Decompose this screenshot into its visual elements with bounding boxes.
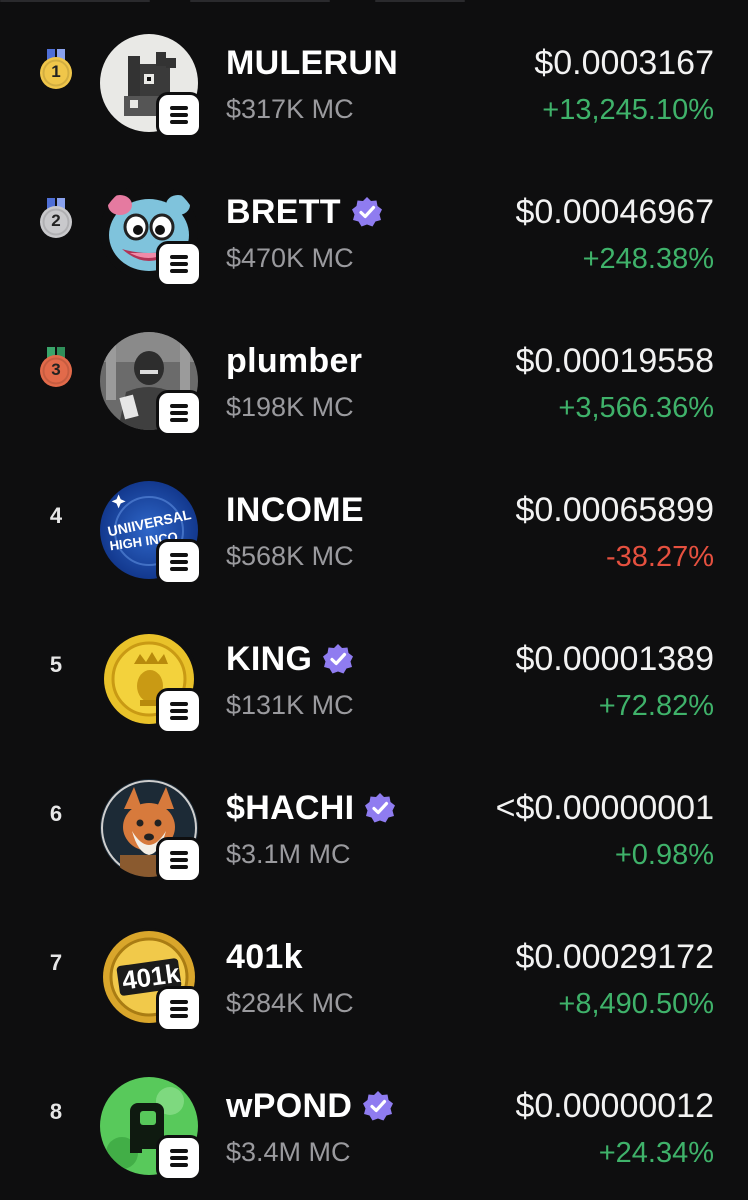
- token-avatar-wrap[interactable]: UNIIVERSAL HIGH INCO: [100, 481, 204, 585]
- market-cap: $568K MC: [226, 541, 354, 571]
- token-avatar-wrap[interactable]: [100, 332, 204, 436]
- rank-number: 7: [49, 950, 63, 975]
- solana-icon: [156, 1135, 202, 1181]
- market-cap: $317K MC: [226, 94, 354, 124]
- token-name-line: plumber: [226, 341, 362, 381]
- token-name-line: MULERUN: [226, 43, 398, 83]
- token-price: $0.00029172: [515, 938, 714, 976]
- token-price: $0.0003167: [534, 44, 714, 82]
- token-name-line: wPOND: [226, 1086, 394, 1126]
- token-avatar-wrap[interactable]: [100, 34, 204, 138]
- token-name-line: KING: [226, 639, 354, 679]
- token-row[interactable]: 2 BRETT $470K MC $0.00046967 +248.38%: [0, 149, 748, 298]
- token-name-line: INCOME: [226, 490, 364, 530]
- token-avatar-wrap[interactable]: 401k: [100, 928, 204, 1032]
- token-avatar-wrap[interactable]: [100, 630, 204, 734]
- rank-indicator: 2: [36, 198, 76, 238]
- token-row[interactable]: 1 MULERUN $317K MC $0.0003167 +13,245.10…: [0, 0, 748, 149]
- token-row[interactable]: 7 401k 401k $284K MC $0.00029172 +8,490.…: [0, 894, 748, 1043]
- market-cap: $198K MC: [226, 392, 354, 422]
- token-list: 1 MULERUN $317K MC $0.0003167 +13,245.10…: [0, 0, 748, 1200]
- market-cap: $3.1M MC: [226, 839, 351, 869]
- rank-indicator: 5: [36, 645, 76, 685]
- rank-number: 2: [51, 211, 61, 230]
- token-name[interactable]: KING: [226, 640, 312, 679]
- market-cap: $470K MC: [226, 243, 354, 273]
- token-avatar-wrap[interactable]: [100, 1077, 204, 1181]
- verified-badge-icon: [364, 792, 396, 824]
- token-row[interactable]: 8 wPOND $3.4M MC $0.00000012 +24.34%: [0, 1043, 748, 1192]
- solana-icon: [156, 837, 202, 883]
- solana-icon: [156, 688, 202, 734]
- verified-badge-icon: [322, 643, 354, 675]
- price-change: -38.27%: [605, 541, 714, 573]
- token-name-line: BRETT: [226, 192, 383, 232]
- token-row[interactable]: 3 plumber $198K MC $0.00019558 +3,566.36…: [0, 298, 748, 447]
- price-change: +0.98%: [614, 839, 714, 871]
- market-cap: $284K MC: [226, 988, 354, 1018]
- token-row[interactable]: 5 KING $131K MC $0.00001389 +72.82%: [0, 596, 748, 745]
- token-price: $0.00001389: [515, 640, 714, 678]
- rank-indicator: 7: [36, 943, 76, 983]
- rank-number: 3: [51, 360, 61, 379]
- rank-number: 4: [49, 503, 63, 528]
- verified-badge-icon: [362, 1090, 394, 1122]
- verified-badge-icon: [351, 196, 383, 228]
- rank-number: 1: [51, 62, 61, 81]
- token-name[interactable]: BRETT: [226, 193, 341, 232]
- token-price: <$0.00000001: [495, 789, 714, 827]
- rank-indicator: 6: [36, 794, 76, 834]
- price-change: +248.38%: [582, 243, 714, 275]
- token-name[interactable]: plumber: [226, 342, 362, 381]
- token-name[interactable]: wPOND: [226, 1087, 352, 1126]
- rank-number: 5: [49, 652, 63, 677]
- token-name[interactable]: 401k: [226, 938, 303, 977]
- rank-indicator: 4: [36, 496, 76, 536]
- token-row[interactable]: 6 $HACHI $3.1M MC <$0.00000001 +0.98%: [0, 745, 748, 894]
- solana-icon: [156, 92, 202, 138]
- price-change: +72.82%: [598, 690, 714, 722]
- token-row[interactable]: 4 UNIIVERSAL HIGH INCO INCOME $568K MC $…: [0, 447, 748, 596]
- token-price: $0.00000012: [515, 1087, 714, 1125]
- rank-number: 8: [49, 1099, 63, 1124]
- token-price: $0.00046967: [515, 193, 714, 231]
- market-cap: $131K MC: [226, 690, 354, 720]
- solana-icon: [156, 241, 202, 287]
- rank-indicator: 3: [36, 347, 76, 387]
- token-name-line: $HACHI: [226, 788, 396, 828]
- solana-icon: [156, 539, 202, 585]
- solana-icon: [156, 986, 202, 1032]
- rank-number: 6: [49, 801, 63, 826]
- token-price: $0.00065899: [515, 491, 714, 529]
- token-name[interactable]: $HACHI: [226, 789, 354, 828]
- solana-icon: [156, 390, 202, 436]
- market-cap: $3.4M MC: [226, 1137, 351, 1167]
- price-change: +8,490.50%: [558, 988, 714, 1020]
- rank-indicator: 8: [36, 1092, 76, 1132]
- token-avatar-wrap[interactable]: [100, 779, 204, 883]
- price-change: +24.34%: [598, 1137, 714, 1169]
- token-price: $0.00019558: [515, 342, 714, 380]
- price-change: +3,566.36%: [558, 392, 714, 424]
- token-name-line: 401k: [226, 937, 303, 977]
- token-name[interactable]: INCOME: [226, 491, 364, 530]
- token-avatar-wrap[interactable]: [100, 183, 204, 287]
- price-change: +13,245.10%: [542, 94, 714, 126]
- token-name[interactable]: MULERUN: [226, 44, 398, 83]
- rank-indicator: 1: [36, 49, 76, 89]
